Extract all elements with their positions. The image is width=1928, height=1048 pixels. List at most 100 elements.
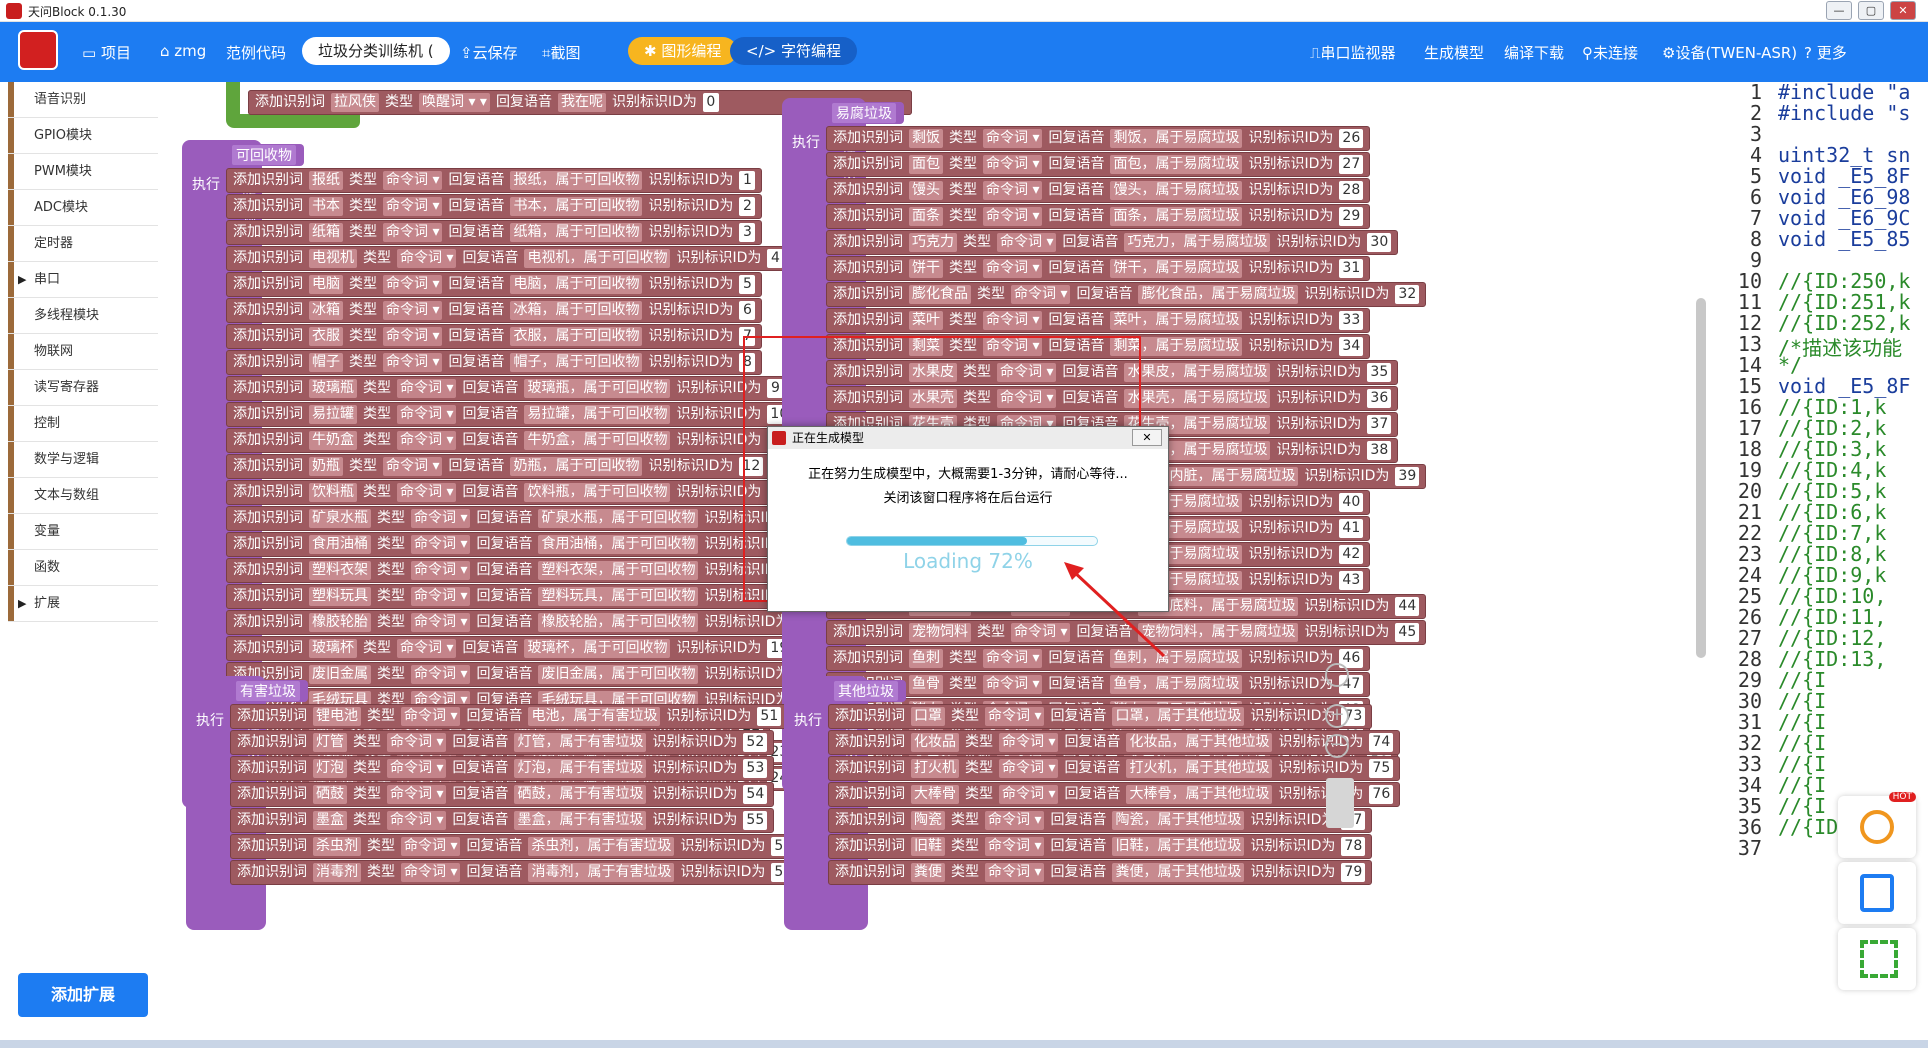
word-field[interactable]: 粪便	[911, 863, 945, 882]
sidebar-item[interactable]: 控制	[8, 406, 158, 442]
home-button[interactable]: ⌂ zmg	[160, 42, 206, 60]
reply-field[interactable]: 电脑，属于可回收物	[510, 275, 643, 294]
reply-field[interactable]: 灯管，属于有害垃圾	[514, 733, 647, 752]
edit-button[interactable]	[1838, 862, 1916, 924]
recognition-word-block[interactable]: 添加识别词塑料衣架类型命令词 ▾回复语音塑料衣架，属于可回收物识别标识ID为16	[226, 558, 827, 583]
word-field[interactable]: 食用油桶	[309, 535, 371, 554]
id-field[interactable]: 0	[702, 93, 719, 112]
id-field[interactable]: 31	[1339, 259, 1364, 278]
recognition-word-block[interactable]: 添加识别词 灯管 类型 命令词 ▾ 回复语音 灯管，属于有害垃圾 识别标识ID为 52	[230, 730, 775, 755]
id-field[interactable]: 34	[1339, 337, 1364, 356]
recognition-word-block[interactable]: 添加识别词 菜叶 类型 命令词 ▾ 回复语音 菜叶，属于易腐垃圾 识别标识ID为 33	[826, 308, 1371, 333]
reply-field[interactable]: 大棒骨，属于其他垃圾	[1126, 785, 1273, 804]
id-field[interactable]: 38	[1367, 441, 1392, 460]
type-dropdown[interactable]: 命令词 ▾	[985, 707, 1045, 726]
reply-field[interactable]: 硒鼓，属于有害垃圾	[514, 785, 647, 804]
trash-icon[interactable]	[1326, 778, 1354, 828]
device-button[interactable]: ⚙设备(TWEN-ASR)	[1662, 42, 1797, 63]
word-field[interactable]: 奶瓶	[309, 457, 343, 476]
word-field[interactable]: 墨盒	[313, 811, 347, 830]
id-field[interactable]: 40	[1339, 493, 1364, 512]
recognition-word-block[interactable]: 添加识别词 口罩 类型 命令词 ▾ 回复语音 口罩，属于其他垃圾 识别标识ID为 73	[828, 704, 1373, 729]
type-dropdown[interactable]: 命令词 ▾	[383, 457, 443, 476]
id-field[interactable]: 33	[1339, 311, 1364, 330]
type-dropdown[interactable]: 命令词 ▾	[983, 311, 1043, 330]
sidebar-item[interactable]: PWM模块	[8, 154, 158, 190]
recognition-word-block[interactable]: 添加识别词 锂电池 类型 命令词 ▾ 回复语音 电池，属于有害垃圾 识别标识ID为 51	[230, 704, 789, 729]
type-dropdown[interactable]: 命令词 ▾	[985, 811, 1045, 830]
reply-field[interactable]: 玻璃杯，属于可回收物	[524, 639, 671, 658]
dialog-close-button[interactable]: ✕	[1132, 429, 1162, 446]
minimize-button[interactable]: —	[1826, 1, 1852, 20]
recognition-word-block[interactable]: 添加识别词陶瓷类型命令词 ▾回复语音陶瓷，属于其他垃圾识别标识ID为77	[828, 808, 1373, 833]
workspace-scrollbar[interactable]	[1696, 298, 1706, 658]
type-dropdown[interactable]: 命令词 ▾	[383, 223, 443, 242]
word-field[interactable]: 馒头	[909, 181, 943, 200]
reply-field[interactable]: 化妆品，属于其他垃圾	[1126, 733, 1273, 752]
reply-field[interactable]: 报纸，属于可回收物	[510, 171, 643, 190]
type-dropdown[interactable]: 命令词 ▾	[387, 811, 447, 830]
recognition-word-block[interactable]: 添加识别词 打火机 类型 命令词 ▾ 回复语音 打火机，属于其他垃圾 识别标识ID为 75	[828, 756, 1401, 781]
recognition-word-block[interactable]: 添加识别词 电视机 类型 命令词 ▾ 回复语音 电视机，属于可回收物 识别标识ID为 4	[226, 246, 791, 271]
sidebar-item[interactable]: 扩展	[8, 586, 158, 622]
sidebar-item[interactable]: GPIO模块	[8, 118, 158, 154]
word-field[interactable]: 菜叶	[909, 311, 943, 330]
word-field[interactable]: 塑料玩具	[309, 587, 371, 606]
type-dropdown[interactable]: 命令词 ▾	[999, 759, 1059, 778]
reply-field[interactable]: 饮料瓶，属于可回收物	[524, 483, 671, 502]
id-field[interactable]: 42	[1339, 545, 1364, 564]
recognition-word-block[interactable]: 添加识别词 硒鼓 类型 命令词 ▾ 回复语音 硒鼓，属于有害垃圾 识别标识ID为 54	[230, 782, 775, 807]
word-field[interactable]: 陶瓷	[911, 811, 945, 830]
word-field[interactable]: 消毒剂	[313, 863, 361, 882]
recognition-word-block[interactable]: 添加识别词 面条 类型 命令词 ▾ 回复语音 面条，属于易腐垃圾 识别标识ID为 29	[826, 204, 1371, 229]
id-field[interactable]: 52	[743, 733, 768, 752]
reply-field[interactable]: 矿泉水瓶，属于可回收物	[538, 509, 699, 528]
reply-field[interactable]: 墨盒，属于有害垃圾	[514, 811, 647, 830]
word-field[interactable]: 大棒骨	[911, 785, 959, 804]
word-field[interactable]: 硒鼓	[313, 785, 347, 804]
word-field[interactable]: 橡胶轮胎	[309, 613, 371, 632]
share-button[interactable]: HOT	[1838, 792, 1916, 858]
recognition-word-block[interactable]: 添加识别词 馒头 类型 命令词 ▾ 回复语音 馒头，属于易腐垃圾 识别标识ID为 28	[826, 178, 1371, 203]
reply-field[interactable]: 消毒剂，属于有害垃圾	[528, 863, 675, 882]
recognition-word-block[interactable]: 添加识别词鱼骨类型命令词 ▾回复语音鱼骨，属于易腐垃圾识别标识ID为47	[826, 672, 1371, 697]
reply-field[interactable]: 牛奶盒，属于可回收物	[524, 431, 671, 450]
sidebar-item[interactable]: 定时器	[8, 226, 158, 262]
id-field[interactable]: 51	[757, 707, 782, 726]
zoom-in-icon[interactable]: +	[1325, 704, 1349, 728]
project-tab[interactable]: 垃圾分类训练机 (	[302, 37, 450, 65]
recognition-word-block[interactable]: 添加识别词 大棒骨 类型 命令词 ▾ 回复语音 大棒骨，属于其他垃圾 识别标识ID为 76	[828, 782, 1401, 807]
reply-field[interactable]: 奶瓶，属于可回收物	[510, 457, 643, 476]
type-dropdown[interactable]: 命令词 ▾	[397, 431, 457, 450]
type-dropdown[interactable]: 命令词 ▾	[983, 155, 1043, 174]
word-field[interactable]: 牛奶盒	[309, 431, 357, 450]
reply-field[interactable]: 面包，属于易腐垃圾	[1110, 155, 1243, 174]
type-dropdown[interactable]: 命令词 ▾	[983, 129, 1043, 148]
type-dropdown[interactable]: 命令词 ▾	[383, 171, 443, 190]
type-dropdown[interactable]: 命令词 ▾	[411, 561, 471, 580]
id-field[interactable]: 27	[1339, 155, 1364, 174]
id-field[interactable]: 76	[1369, 785, 1394, 804]
id-field[interactable]: 44	[1395, 597, 1420, 616]
id-field[interactable]: 32	[1395, 285, 1420, 304]
recognition-word-block[interactable]: 添加识别词 易拉罐 类型 命令词 ▾ 回复语音 易拉罐，属于可回收物 识别标识ID为 10	[226, 402, 799, 427]
recognition-word-block[interactable]: 添加识别词橡胶轮胎类型命令词 ▾回复语音橡胶轮胎，属于可回收物识别标识ID为18	[226, 610, 827, 635]
word-field[interactable]: 塑料衣架	[309, 561, 371, 580]
sidebar-item[interactable]: 文本与数组	[8, 478, 158, 514]
recognition-word-block[interactable]: 添加识别词牛奶盒类型命令词 ▾回复语音牛奶盒，属于可回收物识别标识ID为11	[226, 428, 799, 453]
id-field[interactable]: 26	[1339, 129, 1364, 148]
reply-field[interactable]: 废旧金属，属于可回收物	[538, 665, 699, 684]
word-field[interactable]: 旧鞋	[911, 837, 945, 856]
reply-field[interactable]: 橡胶轮胎，属于可回收物	[538, 613, 699, 632]
recognition-word-block[interactable]: 添加识别词消毒剂类型命令词 ▾回复语音消毒剂，属于有害垃圾识别标识ID为57	[230, 860, 803, 885]
recognition-word-block[interactable]: 添加识别词 旧鞋 类型 命令词 ▾ 回复语音 旧鞋，属于其他垃圾 识别标识ID为 78	[828, 834, 1373, 859]
type-dropdown[interactable]: 命令词 ▾	[401, 707, 461, 726]
recognition-word-block[interactable]: 添加识别词 纸箱 类型 命令词 ▾ 回复语音 纸箱，属于可回收物 识别标识ID为 3	[226, 220, 763, 245]
reply-field[interactable]: 旧鞋，属于其他垃圾	[1112, 837, 1245, 856]
recognition-word-block[interactable]: 添加识别词杀虫剂类型命令词 ▾回复语音杀虫剂，属于有害垃圾识别标识ID为56	[230, 834, 803, 859]
id-field[interactable]: 79	[1341, 863, 1366, 882]
sidebar-item[interactable]: 串口	[8, 262, 158, 298]
id-field[interactable]: 78	[1341, 837, 1366, 856]
text-programming-tab[interactable]: </> 字符编程	[730, 37, 857, 65]
type-dropdown[interactable]: 命令词 ▾	[411, 509, 471, 528]
